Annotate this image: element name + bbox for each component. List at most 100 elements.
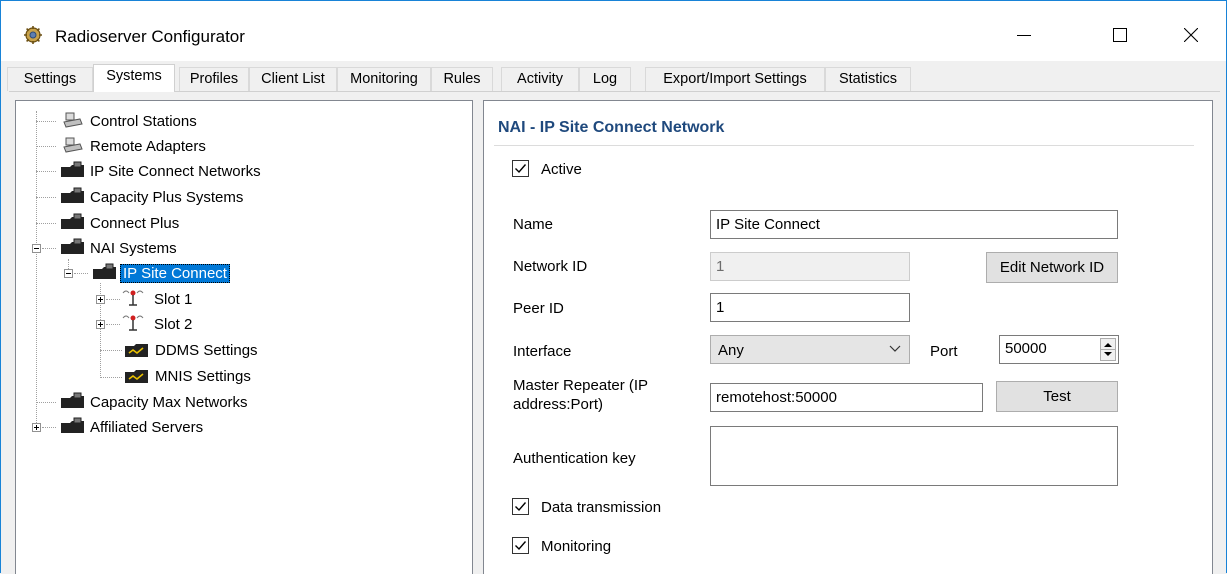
collapse-ip-site-connect[interactable] bbox=[64, 269, 73, 278]
tree-item-ip-site-connect[interactable]: IP Site Connect bbox=[92, 262, 230, 284]
tree-item-label: Remote Adapters bbox=[90, 137, 206, 155]
mnis-settings-icon bbox=[125, 370, 148, 383]
maximize-icon bbox=[1113, 28, 1127, 42]
minimize-button[interactable] bbox=[1001, 15, 1047, 55]
app-window: Radioserver Configurator Settings System… bbox=[0, 0, 1227, 574]
tree-item-ddms-settings[interactable]: DDMS Settings bbox=[124, 339, 261, 361]
tree-item-label: Connect Plus bbox=[90, 214, 180, 232]
close-icon bbox=[1184, 28, 1198, 42]
tree-item-mnis-settings[interactable]: MNIS Settings bbox=[124, 365, 254, 387]
tree-item-label: Capacity Plus Systems bbox=[90, 188, 244, 206]
tree-item-label: Capacity Max Networks bbox=[90, 393, 248, 411]
tree-item-ip-site-connect-networks[interactable]: IP Site Connect Networks bbox=[60, 160, 264, 182]
peer-id-field[interactable]: 1 bbox=[710, 293, 910, 322]
tree-line bbox=[42, 427, 56, 428]
tree-line bbox=[36, 111, 37, 427]
port-label: Port bbox=[930, 343, 958, 360]
tab-rules[interactable]: Rules bbox=[431, 67, 493, 91]
network-folder-icon bbox=[61, 392, 84, 408]
tree-item-remote-adapters[interactable]: Remote Adapters bbox=[60, 135, 209, 157]
network-folder-icon bbox=[61, 187, 84, 203]
name-field[interactable]: IP Site Connect bbox=[710, 210, 1118, 239]
tab-client-list[interactable]: Client List bbox=[249, 67, 337, 91]
interface-select[interactable]: Any bbox=[710, 335, 910, 364]
tree-line bbox=[36, 223, 56, 224]
close-button[interactable] bbox=[1168, 15, 1214, 55]
tree-item-capacity-plus-systems[interactable]: Capacity Plus Systems bbox=[60, 186, 246, 208]
chevron-down-icon bbox=[889, 345, 901, 352]
maximize-button[interactable] bbox=[1097, 15, 1143, 55]
active-checkbox[interactable] bbox=[512, 160, 529, 177]
antenna-slot-icon bbox=[122, 315, 144, 331]
minimize-icon bbox=[1017, 35, 1031, 36]
tree-item-slot-1[interactable]: Slot 1 bbox=[118, 288, 195, 310]
tab-activity[interactable]: Activity bbox=[501, 67, 579, 91]
data-transmission-label: Data transmission bbox=[541, 499, 662, 516]
tree-line bbox=[42, 248, 56, 249]
tree-item-affiliated-servers[interactable]: Affiliated Servers bbox=[60, 416, 206, 438]
tree-item-label: DDMS Settings bbox=[155, 341, 258, 359]
tree-item-slot-2[interactable]: Slot 2 bbox=[118, 313, 195, 335]
antenna-slot-icon bbox=[122, 290, 144, 306]
checkmark-icon bbox=[515, 541, 527, 551]
tree-item-connect-plus[interactable]: Connect Plus bbox=[60, 212, 182, 234]
tab-bar: Settings Systems Profiles Client List Mo… bbox=[1, 61, 1226, 92]
tab-log[interactable]: Log bbox=[579, 67, 631, 91]
network-id-label: Network ID bbox=[513, 258, 588, 275]
test-button[interactable]: Test bbox=[996, 381, 1118, 412]
tab-systems[interactable]: Systems bbox=[93, 64, 175, 92]
auth-key-label: Authentication key bbox=[513, 450, 636, 467]
tree-item-capacity-max-networks[interactable]: Capacity Max Networks bbox=[60, 391, 251, 413]
interface-label: Interface bbox=[513, 343, 572, 360]
stepper-up-down-icon bbox=[1101, 343, 1115, 356]
tree-item-label: NAI Systems bbox=[90, 239, 177, 257]
monitoring-label: Monitoring bbox=[541, 538, 612, 555]
tab-settings[interactable]: Settings bbox=[7, 67, 93, 91]
active-label: Active bbox=[541, 161, 582, 178]
tree-line bbox=[36, 146, 56, 147]
monitoring-checkbox[interactable] bbox=[512, 537, 529, 554]
tree-item-label: MNIS Settings bbox=[155, 367, 251, 385]
master-repeater-label-line2: address:Port) bbox=[513, 396, 604, 413]
expand-slot-1[interactable] bbox=[96, 295, 105, 304]
network-folder-icon bbox=[61, 213, 84, 229]
stepper-arrows[interactable] bbox=[1100, 338, 1116, 361]
tab-monitoring[interactable]: Monitoring bbox=[337, 67, 431, 91]
tree-line bbox=[100, 350, 122, 351]
title-divider bbox=[494, 145, 1194, 146]
interface-value: Any bbox=[718, 342, 744, 359]
systems-tree[interactable]: Control Stations Remote Adapters IP Site… bbox=[15, 100, 473, 574]
tab-export-import-settings[interactable]: Export/Import Settings bbox=[645, 67, 825, 91]
authentication-key-field[interactable] bbox=[710, 426, 1118, 486]
tree-line bbox=[36, 402, 56, 403]
checkmark-icon bbox=[515, 164, 527, 174]
network-id-field: 1 bbox=[710, 252, 910, 281]
expand-slot-2[interactable] bbox=[96, 320, 105, 329]
tree-item-label: IP Site Connect bbox=[120, 263, 230, 283]
tab-profiles[interactable]: Profiles bbox=[179, 67, 249, 91]
tree-item-label: IP Site Connect Networks bbox=[90, 162, 261, 180]
control-station-icon bbox=[63, 112, 83, 128]
collapse-nai-systems[interactable] bbox=[32, 244, 41, 253]
expand-affiliated-servers[interactable] bbox=[32, 423, 41, 432]
tab-statistics[interactable]: Statistics bbox=[825, 67, 911, 91]
tree-item-control-stations[interactable]: Control Stations bbox=[60, 110, 200, 132]
port-value: 50000 bbox=[1005, 340, 1047, 357]
panel-title: NAI - IP Site Connect Network bbox=[498, 119, 725, 136]
remote-adapter-icon bbox=[63, 137, 83, 153]
tree-item-label: Slot 2 bbox=[154, 315, 193, 333]
data-transmission-checkbox[interactable] bbox=[512, 498, 529, 515]
tree-item-label: Slot 1 bbox=[154, 290, 193, 308]
title-bar[interactable]: Radioserver Configurator bbox=[1, 1, 1226, 61]
tree-line bbox=[36, 197, 56, 198]
tree-line bbox=[74, 273, 88, 274]
tree-item-nai-systems[interactable]: NAI Systems bbox=[60, 237, 180, 259]
tree-line bbox=[36, 121, 56, 122]
tree-item-label: Control Stations bbox=[90, 112, 197, 130]
network-folder-icon bbox=[93, 263, 116, 279]
master-repeater-field[interactable]: remotehost:50000 bbox=[710, 383, 983, 412]
ddms-settings-icon bbox=[125, 344, 148, 357]
master-repeater-label: Master Repeater (IP bbox=[513, 377, 649, 394]
edit-network-id-button[interactable]: Edit Network ID bbox=[986, 252, 1118, 283]
port-stepper[interactable]: 50000 bbox=[999, 335, 1119, 364]
